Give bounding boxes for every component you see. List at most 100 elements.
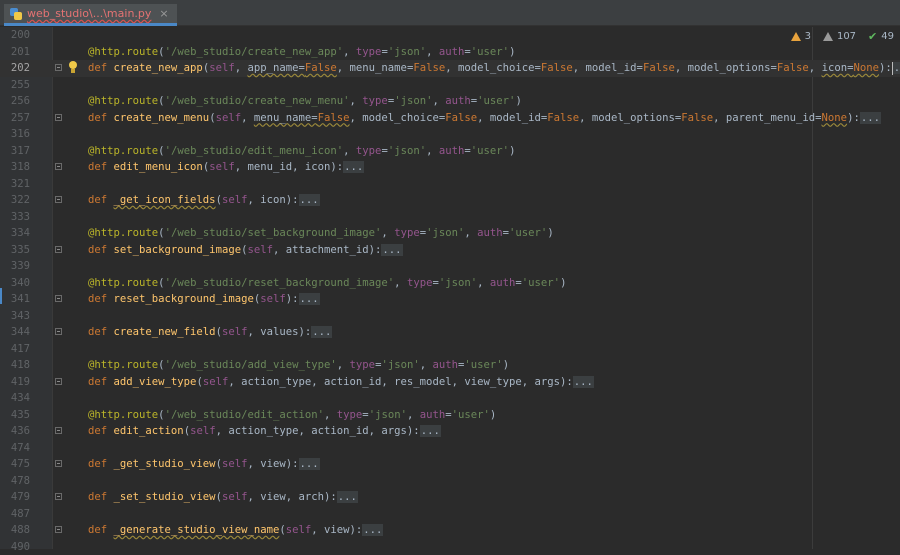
- code-token: None: [822, 112, 848, 124]
- code-line[interactable]: 202 def create_new_app(self, app_name=Fal…: [0, 60, 900, 77]
- line-number: 335: [0, 242, 30, 259]
- code-line[interactable]: 317@http.route('/web_studio/edit_menu_ic…: [0, 143, 900, 160]
- code-line[interactable]: 333: [0, 209, 900, 226]
- code-line[interactable]: 343: [0, 308, 900, 325]
- code-token: ): [560, 277, 566, 289]
- code-editor[interactable]: 200201@http.route('/web_studio/create_ne…: [0, 27, 900, 555]
- fold-toggle-icon[interactable]: [55, 295, 62, 302]
- code-text: def _set_studio_view(self, view, arch):.…: [88, 489, 358, 506]
- code-line[interactable]: 316: [0, 126, 900, 143]
- code-token: type: [356, 145, 382, 157]
- code-token: False: [777, 62, 809, 74]
- line-number: 255: [0, 77, 30, 94]
- fold-toggle-icon[interactable]: [55, 378, 62, 385]
- code-token: ,: [420, 359, 433, 371]
- code-token: auth: [433, 359, 459, 371]
- fold-toggle-icon[interactable]: [55, 427, 62, 434]
- code-line[interactable]: 341def reset_background_image(self):...: [0, 291, 900, 308]
- folded-code-placeholder[interactable]: ...: [343, 161, 364, 173]
- code-token: ,: [337, 359, 350, 371]
- code-token: ):: [879, 62, 892, 74]
- code-line[interactable]: 434: [0, 390, 900, 407]
- code-line[interactable]: 478: [0, 473, 900, 490]
- code-line[interactable]: 321: [0, 176, 900, 193]
- code-line[interactable]: 256@http.route('/web_studio/create_new_m…: [0, 93, 900, 110]
- folded-code-placeholder[interactable]: ...: [337, 491, 358, 503]
- line-number: 321: [0, 176, 30, 193]
- folded-code-placeholder[interactable]: ...: [860, 112, 881, 124]
- code-token: icon=: [822, 62, 854, 74]
- fold-toggle-icon[interactable]: [55, 460, 62, 467]
- lightbulb-icon[interactable]: [68, 61, 78, 75]
- folded-code-placeholder[interactable]: ...: [299, 293, 320, 305]
- code-token: , attachment_id):: [273, 244, 381, 256]
- folded-code-placeholder[interactable]: ...: [299, 194, 320, 206]
- code-text: def set_background_image(self, attachmen…: [88, 242, 403, 259]
- fold-toggle-icon[interactable]: [55, 196, 62, 203]
- code-token: self: [209, 62, 235, 74]
- close-tab-icon[interactable]: ×: [159, 7, 168, 20]
- code-line[interactable]: 487: [0, 506, 900, 523]
- code-line[interactable]: 436def edit_action(self, action_type, ac…: [0, 423, 900, 440]
- code-token: def: [88, 62, 114, 74]
- fold-toggle-icon[interactable]: [55, 114, 62, 121]
- code-line[interactable]: 344def create_new_field(self, values):..…: [0, 324, 900, 341]
- code-line[interactable]: 255: [0, 77, 900, 94]
- code-token: , parent_menu_id=: [713, 112, 821, 124]
- code-line[interactable]: 479def _set_studio_view(self, view, arch…: [0, 489, 900, 506]
- code-token: def: [88, 326, 114, 338]
- line-number: 317: [0, 143, 30, 160]
- code-line[interactable]: 335 def set_background_image(self, attach…: [0, 242, 900, 259]
- code-line[interactable]: 490: [0, 539, 900, 555]
- code-line[interactable]: 318def edit_menu_icon(self, menu_id, ico…: [0, 159, 900, 176]
- code-text: def _generate_studio_view_name(self, vie…: [88, 522, 383, 539]
- code-line[interactable]: 200: [0, 27, 900, 44]
- folded-code-placeholder[interactable]: ...: [381, 244, 402, 256]
- line-number: 202: [0, 60, 30, 77]
- line-number: 256: [0, 93, 30, 110]
- code-token: create_new_app: [114, 62, 203, 74]
- fold-toggle-icon[interactable]: [55, 493, 62, 500]
- code-line[interactable]: 488def _generate_studio_view_name(self, …: [0, 522, 900, 539]
- tab-main-py[interactable]: web_studio\...\main.py ×: [4, 4, 177, 26]
- fold-toggle-icon[interactable]: [55, 526, 62, 533]
- folded-code-placeholder[interactable]: ...: [311, 326, 332, 338]
- code-token: ):: [286, 293, 299, 305]
- code-token: type: [337, 409, 363, 421]
- code-line[interactable]: 340@http.route('/web_studio/reset_backgr…: [0, 275, 900, 292]
- folded-code-placeholder[interactable]: ...: [893, 62, 900, 74]
- editor-tab-bar: web_studio\...\main.py ×: [0, 0, 900, 26]
- folded-code-placeholder[interactable]: ...: [420, 425, 441, 437]
- code-token: 'json': [394, 95, 432, 107]
- folded-code-placeholder[interactable]: ...: [362, 524, 383, 536]
- code-token: None: [853, 62, 879, 74]
- code-line[interactable]: 435@http.route('/web_studio/edit_action'…: [0, 407, 900, 424]
- code-line[interactable]: 322def _get_icon_fields(self, icon):...: [0, 192, 900, 209]
- code-text: def create_new_app(self, app_name=False,…: [88, 60, 900, 77]
- code-token: '/web_studio/edit_action': [165, 409, 324, 421]
- code-line[interactable]: 474: [0, 440, 900, 457]
- fold-toggle-icon[interactable]: [55, 64, 62, 71]
- code-line[interactable]: 201@http.route('/web_studio/create_new_a…: [0, 44, 900, 61]
- code-text: def _get_studio_view(self, view):...: [88, 456, 320, 473]
- code-line[interactable]: 417: [0, 341, 900, 358]
- code-line[interactable]: 334@http.route('/web_studio/set_backgrou…: [0, 225, 900, 242]
- fold-toggle-icon[interactable]: [55, 246, 62, 253]
- code-token: '/web_studio/create_new_menu': [165, 95, 350, 107]
- folded-code-placeholder[interactable]: ...: [573, 376, 594, 388]
- code-token: self: [222, 326, 248, 338]
- code-line[interactable]: 339: [0, 258, 900, 275]
- fold-toggle-icon[interactable]: [55, 163, 62, 170]
- code-line[interactable]: 475def _get_studio_view(self, view):...: [0, 456, 900, 473]
- code-token: create_new_menu: [114, 112, 210, 124]
- code-token: edit_action: [114, 425, 184, 437]
- code-line[interactable]: 418@http.route('/web_studio/add_view_typ…: [0, 357, 900, 374]
- folded-code-placeholder[interactable]: ...: [299, 458, 320, 470]
- code-token: 'json': [388, 46, 426, 58]
- code-line[interactable]: 257def create_new_menu(self, menu_name=F…: [0, 110, 900, 127]
- code-token: 'user': [509, 227, 547, 239]
- inspection-widget[interactable]: 3 107 ✔ 49: [791, 30, 894, 43]
- code-token: 'json': [381, 359, 419, 371]
- fold-toggle-icon[interactable]: [55, 328, 62, 335]
- code-line[interactable]: 419def add_view_type(self, action_type, …: [0, 374, 900, 391]
